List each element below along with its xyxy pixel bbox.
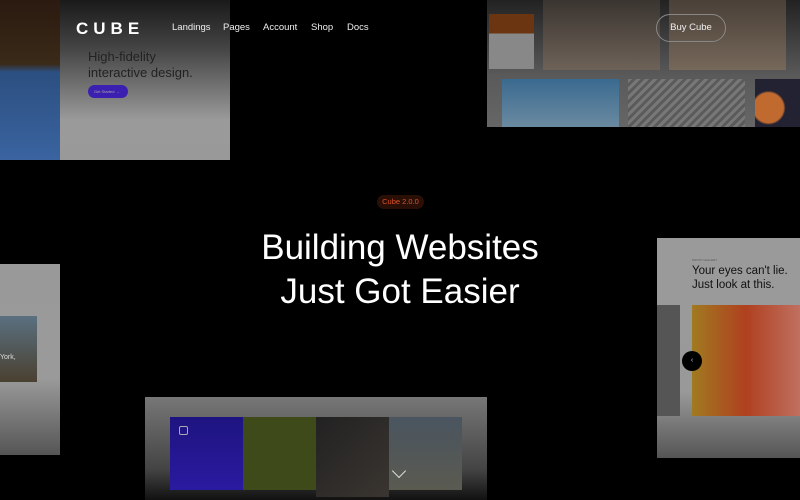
preview-heading: High-fidelity interactive design. [88,49,193,80]
nav-docs[interactable]: Docs [347,22,369,33]
preview-card-left: York, [0,264,60,455]
instagram-icon [179,426,188,435]
photo-bridge: York, [0,316,37,382]
photo-papaya [755,79,800,127]
preview-card-right: PHOTO GALLERY Your eyes can't lie. Just … [657,238,800,458]
photo-palm-building [502,79,619,127]
tile-window [316,417,389,497]
nav-pages[interactable]: Pages [223,22,250,33]
photo-gray [657,305,680,416]
preview-card-top-right [487,0,800,127]
photo-plant [543,0,660,70]
nav-shop[interactable]: Shop [311,22,333,33]
get-started-button[interactable]: Get Started → [88,85,128,98]
logo[interactable]: CUBE [76,19,144,39]
photo-building [489,14,534,69]
tile-instagram [170,417,243,490]
gallery-heading: Your eyes can't lie. Just look at this. [692,265,788,291]
tile-building [389,417,462,490]
gallery-prev-button[interactable]: ‹ [682,351,702,371]
photo-watermelon [692,305,800,416]
photo-shadows [628,79,745,127]
tile-green [243,417,316,490]
nav-landings[interactable]: Landings [172,22,211,33]
preview-card-bottom [145,397,487,500]
version-badge: Cube 2.0.0 [377,195,424,209]
buy-cube-button[interactable]: Buy Cube [656,14,726,42]
person-photo [0,0,60,160]
nav-account[interactable]: Account [263,22,297,33]
